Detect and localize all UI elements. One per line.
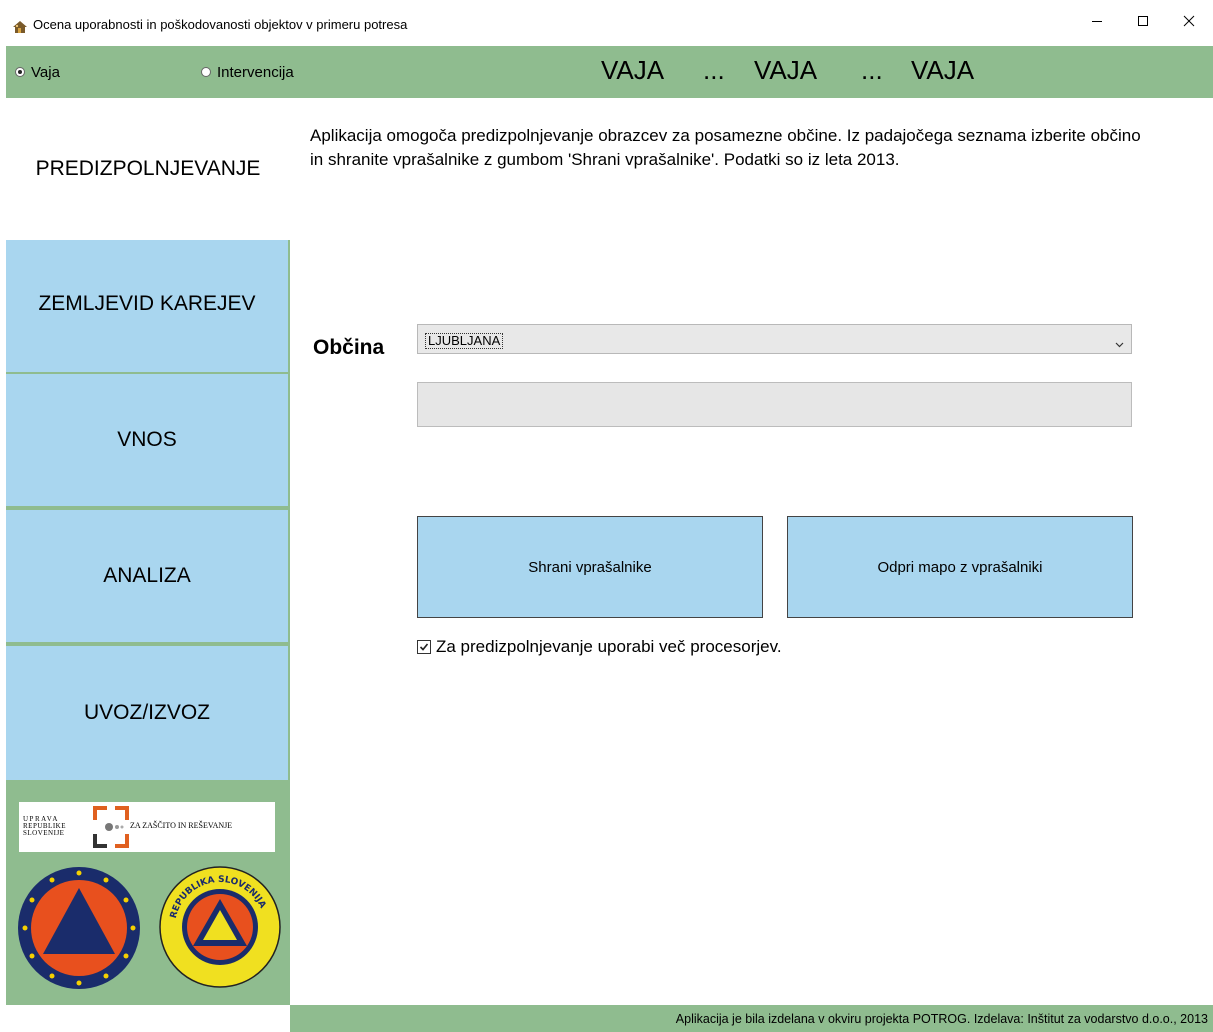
logo-mark-icon xyxy=(93,806,129,848)
close-icon xyxy=(1183,14,1195,32)
municipality-select-value: LJUBLJANA xyxy=(425,333,504,349)
footer-text: Aplikacija je bila izdelana v okviru pro… xyxy=(675,1012,1208,1026)
mode-bar: Vaja Intervencija VAJA ... VAJA ... VAJA xyxy=(6,46,1213,98)
radio-dot-icon xyxy=(15,67,25,77)
sidebar-item-label: UVOZ/IZVOZ xyxy=(84,701,210,724)
sidebar-item-analiza[interactable]: ANALIZA xyxy=(6,510,288,644)
sidebar: PREDIZPOLNJEVANJE ZEMLJEVID KAREJEV VNOS… xyxy=(6,98,290,1005)
banner-ellipsis: ... xyxy=(861,55,883,85)
radio-intervencija-label: Intervencija xyxy=(217,63,294,81)
minimize-icon xyxy=(1091,14,1103,32)
save-questionnaires-button[interactable]: Shrani vprašalnike xyxy=(417,516,763,618)
sidebar-item-label: VNOS xyxy=(117,428,177,451)
logo-text: UPRAVA REPUBLIKE SLOVENIJE xyxy=(23,815,66,837)
municipality-select[interactable]: LJUBLJANA xyxy=(417,324,1132,354)
sidebar-item-uvoz-izvoz[interactable]: UVOZ/IZVOZ xyxy=(6,646,288,780)
civil-protection-emblem-icon xyxy=(18,867,140,989)
sidebar-item-label: ANALIZA xyxy=(103,564,191,587)
sidebar-item-vnos[interactable]: VNOS xyxy=(6,374,288,508)
close-button[interactable] xyxy=(1166,0,1212,46)
checkmark-icon xyxy=(417,640,431,654)
banner-word: VAJA xyxy=(754,55,818,85)
multiprocessor-label: Za predizpolnjevanje uporabi več proceso… xyxy=(436,637,782,656)
municipality-label: Občina xyxy=(313,336,385,359)
sidebar-item-label: PREDIZPOLNJEVANJE xyxy=(35,157,261,180)
open-folder-label: Odpri mapo z vprašalniki xyxy=(877,558,1043,576)
radio-intervencija[interactable]: Intervencija xyxy=(201,63,294,81)
banner-word: VAJA xyxy=(911,55,975,85)
banner-word: VAJA xyxy=(601,55,665,85)
radio-dot-icon xyxy=(201,67,211,77)
minimize-button[interactable] xyxy=(1074,0,1120,46)
logo-tagline: ZA ZAŠČITO IN REŠEVANJE xyxy=(130,821,233,830)
save-questionnaires-label: Shrani vprašalnike xyxy=(528,558,652,576)
open-folder-button[interactable]: Odpri mapo z vprašalniki xyxy=(787,516,1133,618)
house-icon xyxy=(12,20,28,38)
chevron-down-icon xyxy=(1115,335,1124,353)
sidebar-item-predizpolnjevanje[interactable]: PREDIZPOLNJEVANJE xyxy=(6,98,290,240)
progress-bar xyxy=(417,382,1132,427)
radio-vaja-label: Vaja xyxy=(31,63,60,81)
radio-vaja[interactable]: Vaja xyxy=(15,63,60,81)
maximize-button[interactable] xyxy=(1120,0,1166,46)
window-title: Ocena uporabnosti in poškodovanosti obje… xyxy=(33,17,408,32)
title-bar: Ocena uporabnosti in poškodovanosti obje… xyxy=(0,0,1213,46)
urszr-logo: UPRAVA REPUBLIKE SLOVENIJE ZA ZAŠČITO IN… xyxy=(19,802,275,852)
sidebar-item-label: ZEMLJEVID KAREJEV xyxy=(38,292,256,315)
sidebar-item-zemljevid-karejev[interactable]: ZEMLJEVID KAREJEV xyxy=(6,240,288,374)
maximize-icon xyxy=(1137,14,1149,32)
intro-text: Aplikacija omogoča predizpolnjevanje obr… xyxy=(310,126,1141,169)
status-footer: Aplikacija je bila izdelana v okviru pro… xyxy=(290,1005,1213,1032)
banner-ellipsis: ... xyxy=(703,55,725,85)
multiprocessor-checkbox[interactable]: Za predizpolnjevanje uporabi več proceso… xyxy=(417,637,782,657)
civilna-zascita-emblem-icon: REPUBLIKA SLOVENIJA xyxy=(159,866,281,988)
